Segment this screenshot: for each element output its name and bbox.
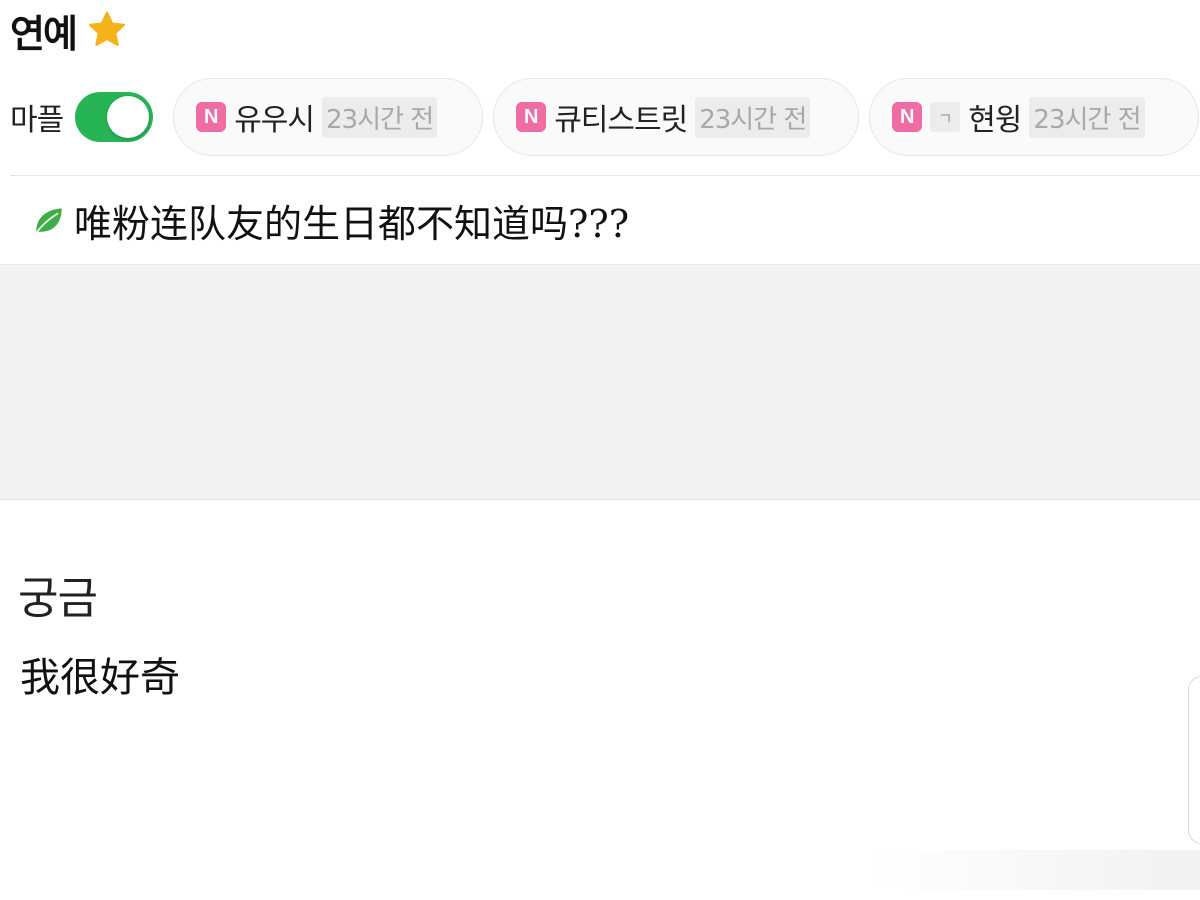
- leaf-icon: [32, 203, 66, 237]
- app-screen: 연예 마플 N 유우시 23시간 전 N 큐티스트릿 23시간 전 N ㄱ 현윙…: [0, 0, 1200, 900]
- mapple-toggle[interactable]: [75, 92, 154, 142]
- post-body-translation: 我很好奇: [20, 655, 180, 701]
- chip-name: 큐티스트릿: [554, 103, 688, 138]
- chip-time: 23시간 전: [322, 96, 438, 138]
- category-title: 연예: [10, 11, 78, 56]
- content-placeholder-area: [0, 264, 1200, 500]
- toggle-knob: [107, 96, 150, 138]
- post-title-row[interactable]: 唯粉连队友的生日都不知道吗???: [32, 195, 630, 246]
- recent-post-chip[interactable]: N 유우시 23시간 전: [173, 78, 484, 156]
- chip-name: 유우시: [234, 103, 315, 138]
- chip-mini-badge: ㄱ: [930, 102, 961, 132]
- divider: [10, 175, 1200, 176]
- new-badge-icon: N: [892, 102, 923, 132]
- new-badge-icon: N: [516, 102, 547, 132]
- category-header: 연예: [10, 4, 128, 56]
- bottom-fade: [860, 850, 1200, 890]
- side-panel-handle[interactable]: [1188, 676, 1200, 844]
- filter-row: 마플 N 유우시 23시간 전 N 큐티스트릿 23시간 전 N ㄱ 현윙 23…: [10, 78, 1200, 156]
- star-icon[interactable]: [86, 9, 128, 51]
- recent-post-chip[interactable]: N ㄱ 현윙 23시간 전: [869, 78, 1200, 156]
- post-body-original: 궁금: [18, 573, 98, 624]
- chip-time: 23시간 전: [695, 96, 811, 138]
- recent-post-chip[interactable]: N 큐티스트릿 23시간 전: [493, 78, 860, 156]
- post-title: 唯粉连队友的生日都不知道吗???: [74, 201, 630, 246]
- chip-time: 23시간 전: [1029, 96, 1145, 138]
- new-badge-icon: N: [196, 102, 227, 132]
- chip-name: 현윙: [968, 103, 1022, 138]
- toggle-label: 마플: [10, 103, 64, 138]
